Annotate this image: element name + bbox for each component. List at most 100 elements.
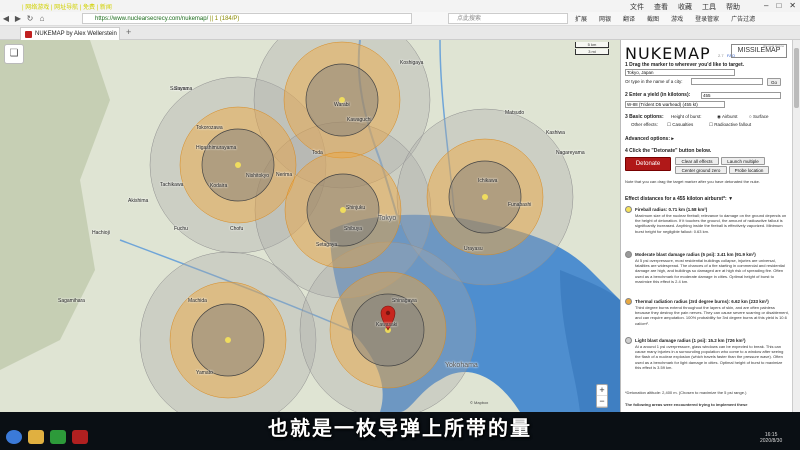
toolbar-extensions[interactable]: 扩展	[575, 14, 587, 23]
layers-icon[interactable]: ❏	[4, 44, 24, 64]
footer-cut-text: The following areas were encountered try…	[625, 402, 748, 407]
map-label-nerima: Nerima	[276, 172, 293, 178]
fireball-1	[235, 162, 241, 168]
map-label-shinagawa: Shinagawa	[392, 298, 417, 304]
map-label-tokyo: Tokyo	[378, 215, 397, 222]
go-button[interactable]: Go	[767, 78, 781, 86]
forward-icon[interactable]: ▶	[12, 14, 24, 23]
other-effects-label: Other effects:	[631, 122, 658, 127]
map-view[interactable]: Tokorozawa Higashimurayama Kodaira Nishitok…	[0, 40, 620, 412]
address-url-tail: || 1 (184/P)	[209, 16, 240, 22]
map-label-warabi: Warabi	[334, 102, 350, 108]
map-label-funabashi: Funabashi	[508, 202, 532, 208]
scale-km: 5 km	[575, 42, 609, 48]
casualties-checkbox[interactable]: ☐ Casualties	[667, 122, 693, 128]
airburst-radio[interactable]: ◉ Airburst	[717, 114, 737, 120]
address-bar[interactable]: https://www.nuclearsecrecy.com/nukemap/ …	[82, 13, 412, 24]
nukemap-panel: NUKEMAP 2.7 FAQ the next step to MISSILE…	[620, 40, 792, 412]
screen: { "browser": { "title_text": "| 网络游戏 | 网…	[0, 0, 800, 450]
missilemap-link[interactable]: the next step to MISSILEMAP	[731, 44, 787, 58]
missilemap-caption: the next step to	[763, 44, 784, 48]
tab-bar: NUKEMAP by Alex Wellerstein +	[0, 26, 800, 40]
search-input[interactable]: 点此搜索	[448, 13, 568, 24]
city-search-input[interactable]	[691, 78, 763, 85]
titlebar-text: | 网络游戏 | 网址导航 | 免费 | 新闻	[22, 4, 112, 11]
effect-text-fireball: Maximum size of the nuclear fireball; re…	[635, 213, 787, 234]
effect-title-light-blast: Light blast damage radius (1 psi): 15.2 …	[635, 338, 746, 343]
moderate-blast-legend-icon	[625, 251, 632, 258]
nukemap-favicon-icon	[25, 31, 32, 38]
window-controls: – □ ✕	[764, 1, 796, 10]
menu-tools[interactable]: 工具	[702, 2, 716, 12]
map-label-yamato: Yamato	[196, 370, 213, 376]
effects-header[interactable]: Effect distances for a 455 kiloton airbu…	[625, 196, 733, 202]
map-label-sayama: Sayama	[174, 86, 193, 92]
fireball-4	[482, 194, 488, 200]
advanced-options[interactable]: Advanced options: ▸	[625, 136, 674, 142]
launch-multiple-button[interactable]: Launch multiple	[721, 157, 765, 165]
zoom-control: + −	[596, 384, 608, 408]
height-label: Height of burst:	[671, 114, 702, 119]
map-label-urayasu: Urayasu	[464, 246, 483, 252]
menu-help[interactable]: 帮助	[726, 2, 740, 12]
city-field[interactable]: Tokyo, Japan	[625, 69, 735, 76]
surface-label: Surface	[752, 114, 769, 119]
yield-input[interactable]: 455	[701, 92, 781, 99]
city-hint: Or type in the name of a city:	[625, 79, 683, 84]
effect-text-moderate-blast: At 5 psi overpressure, most residential …	[635, 258, 785, 284]
minimize-icon[interactable]: –	[764, 1, 768, 10]
back-icon[interactable]: ◀	[0, 14, 12, 23]
effect-text-light-blast: At a around 1 psi overpressure, glass wi…	[635, 344, 784, 370]
home-icon[interactable]: ⌂	[36, 14, 48, 23]
close-icon[interactable]: ✕	[789, 1, 796, 10]
effect-title-fireball: Fireball radius: 0.71 km (1.58 km²)	[635, 207, 708, 212]
fallout-checkbox[interactable]: ☐ Radioactive fallout	[709, 122, 751, 128]
address-url: https://www.nuclearsecrecy.com/nukemap/	[95, 16, 209, 22]
scale-mi: 3 mi	[575, 49, 609, 55]
fallout-label: Radioactive fallout	[714, 122, 752, 127]
tab-nukemap[interactable]: NUKEMAP by Alex Wellerstein	[20, 27, 120, 40]
effect-title-thermal: Thermal radiation radius (3rd degree bur…	[635, 299, 769, 304]
browser-titlebar: | 网络游戏 | 网址导航 | 免费 | 新闻 文件 查看 收藏 工具 帮助 –…	[0, 0, 800, 12]
detonate-button[interactable]: Detonate	[625, 157, 671, 171]
toolbar-bank[interactable]: 网银	[599, 14, 611, 23]
map-canvas	[0, 40, 620, 412]
effect-text-thermal: Third degree burns extend throughout the…	[635, 305, 789, 326]
menu-view[interactable]: 查看	[654, 2, 668, 12]
menu-favorites[interactable]: 收藏	[678, 2, 692, 12]
thermal-legend-icon	[625, 298, 632, 305]
probe-location-button[interactable]: Probe location	[729, 166, 769, 174]
browser-navbar: ◀ ▶ ↻ ⌂ https://www.nuclearsecrecy.com/n…	[0, 12, 800, 26]
map-label-kawaguchi: Kawaguchi	[347, 117, 372, 123]
toolbar-translate[interactable]: 翻译	[623, 14, 635, 23]
toolbar-login[interactable]: 登录管家	[695, 14, 719, 23]
surface-radio[interactable]: ○ Surface	[749, 114, 768, 119]
scrollbar-thumb[interactable]	[794, 48, 799, 108]
map-label-yokohama: Yokohama	[445, 362, 478, 369]
map-label-akishima: Akishima	[128, 198, 149, 204]
maximize-icon[interactable]: □	[776, 1, 781, 10]
effect-title-moderate-blast: Moderate blast damage radius (5 psi): 3.…	[635, 252, 756, 257]
map-label-toda: Toda	[312, 150, 323, 156]
map-label-fuchu: Fuchu	[174, 226, 188, 232]
map-label-chofu: Chofu	[230, 226, 244, 232]
center-ground-zero-button[interactable]: Center ground zero	[675, 166, 727, 174]
preset-select[interactable]: W-88 (Trident D5 warhead) (455 kt)	[625, 101, 725, 108]
zoom-out-button[interactable]: −	[597, 396, 607, 407]
menu-file[interactable]: 文件	[630, 2, 644, 12]
map-label-higashimurayama: Higashimurayama	[196, 145, 237, 151]
toolbar-games[interactable]: 游戏	[671, 14, 683, 23]
map-label-hachioji: Hachioji	[92, 230, 110, 236]
map-label-kawasaki: Kawasaki	[376, 322, 398, 328]
clear-effects-button[interactable]: Clear all effects	[675, 157, 719, 165]
refresh-icon[interactable]: ↻	[24, 14, 36, 23]
panel-scrollbar[interactable]	[792, 40, 800, 412]
toolbar-screenshot[interactable]: 截图	[647, 14, 659, 23]
tab-title: NUKEMAP by Alex Wellerstein	[35, 31, 117, 37]
map-scale: 5 km 3 mi	[575, 42, 609, 56]
drag-note: Note that you can drag the target marker…	[625, 179, 760, 184]
zoom-in-button[interactable]: +	[597, 385, 607, 396]
new-tab-icon[interactable]: +	[126, 27, 131, 37]
toolbar-adblock[interactable]: 广告过滤	[731, 14, 755, 23]
map-label-shibuya: Shibuya	[344, 226, 363, 232]
